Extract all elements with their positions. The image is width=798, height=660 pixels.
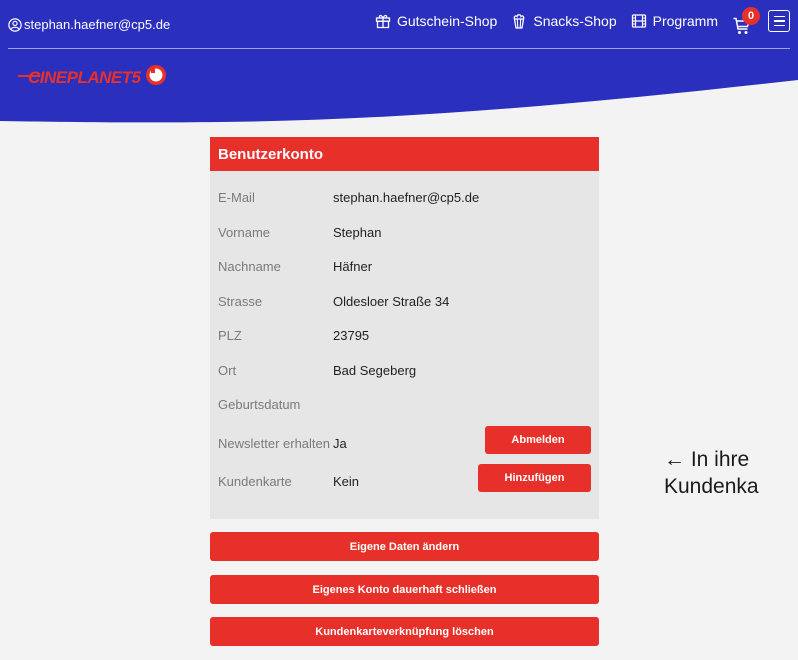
newsletter-unsubscribe-button[interactable]: Abmelden (485, 425, 591, 454)
nav-label: Gutschein-Shop (396, 13, 498, 29)
field-label: Newsletter erhalten (218, 435, 330, 451)
user-circle-icon (8, 17, 22, 32)
field-row-geburtsdatum: Geburtsdatum (210, 387, 599, 422)
field-label: Strasse (218, 293, 263, 309)
field-row-newsletter: Newsletter erhalten Ja Abmelden (210, 422, 599, 460)
add-customer-card-button[interactable]: Hinzufügen (478, 463, 591, 492)
field-value: Kein (333, 473, 360, 489)
field-value: Bad Segeberg (333, 362, 417, 378)
field-value: Häfner (333, 259, 373, 274)
field-value: 23795 (333, 328, 370, 343)
top-bar: stephan.haefner@cp5.de Gutschein-Shop Sn… (0, 0, 798, 48)
field-value: stephan.haefner@cp5.de (333, 190, 480, 205)
annotation-line: ← In ihre (664, 448, 750, 471)
field-value: Stephan (333, 224, 382, 240)
account-panel: Benutzerkonto E-Mail stephan.haefner@cp5… (210, 137, 599, 519)
nav-label: Snacks-Shop (533, 13, 617, 29)
field-label: Ort (218, 362, 237, 378)
nav-programm[interactable]: Programm (631, 13, 718, 29)
field-row-kundenkarte: Kundenkarte Kein Hinzufügen (210, 460, 599, 498)
field-row-ort: Ort Bad Segeberg (210, 353, 599, 388)
user-email: stephan.haefner@cp5.de (24, 17, 171, 32)
logo-text: CINEPLANET5 (28, 68, 142, 87)
nav-snacks-shop[interactable]: Snacks-Shop (511, 13, 617, 29)
account-details: E-Mail stephan.haefner@cp5.de Vorname St… (210, 171, 599, 519)
field-row-plz: PLZ 23795 (210, 318, 599, 353)
field-row-nachname: Nachname Häfner (210, 249, 599, 284)
account-panel-title: Benutzerkonto (210, 137, 599, 171)
annotation-note: ← In ihre Kundenka (664, 446, 759, 500)
gift-icon (375, 14, 391, 29)
film-icon (631, 14, 646, 28)
field-row-email: E-Mail stephan.haefner@cp5.de (210, 180, 599, 215)
field-value: Ja (333, 435, 347, 451)
hamburger-menu-button[interactable] (768, 10, 790, 32)
page: stephan.haefner@cp5.de Gutschein-Shop Sn… (0, 0, 798, 660)
site-header: stephan.haefner@cp5.de Gutschein-Shop Sn… (0, 0, 798, 130)
field-row-vorname: Vorname Stephan (210, 215, 599, 250)
edit-own-data-button[interactable]: Eigene Daten ändern (210, 532, 599, 561)
cart-button[interactable]: 0 (732, 7, 760, 34)
field-label: Geburtsdatum (218, 397, 301, 412)
field-value: Oldesloer Straße 34 (333, 293, 450, 309)
field-label: Nachname (218, 259, 281, 274)
delete-card-link-button[interactable]: Kundenkarteverknüpfung löschen (210, 617, 599, 646)
nav-label: Programm (652, 13, 718, 29)
field-label: Kundenkarte (218, 473, 292, 489)
cart-count-badge: 0 (742, 7, 760, 25)
main-nav: Gutschein-Shop Snacks-Shop Programm 0 (361, 7, 790, 34)
menu-icon-bar (773, 20, 785, 22)
close-account-button[interactable]: Eigenes Konto dauerhaft schließen (210, 575, 599, 604)
user-account-link[interactable]: stephan.haefner@cp5.de (8, 17, 170, 32)
menu-icon-bar (773, 15, 785, 18)
nav-gutschein-shop[interactable]: Gutschein-Shop (375, 13, 497, 29)
logo-graphic: CINEPLANET5 (18, 65, 166, 87)
header-divider (8, 48, 790, 49)
field-label: Vorname (218, 224, 271, 240)
cineplanet5-logo[interactable]: CINEPLANET5 (18, 63, 184, 94)
field-label: E-Mail (218, 190, 255, 205)
field-row-strasse: Strasse Oldesloer Straße 34 (210, 284, 599, 319)
menu-icon-bar (773, 24, 785, 27)
annotation-line: Kundenka (664, 475, 759, 498)
field-label: PLZ (218, 328, 242, 343)
popcorn-icon (514, 14, 525, 29)
